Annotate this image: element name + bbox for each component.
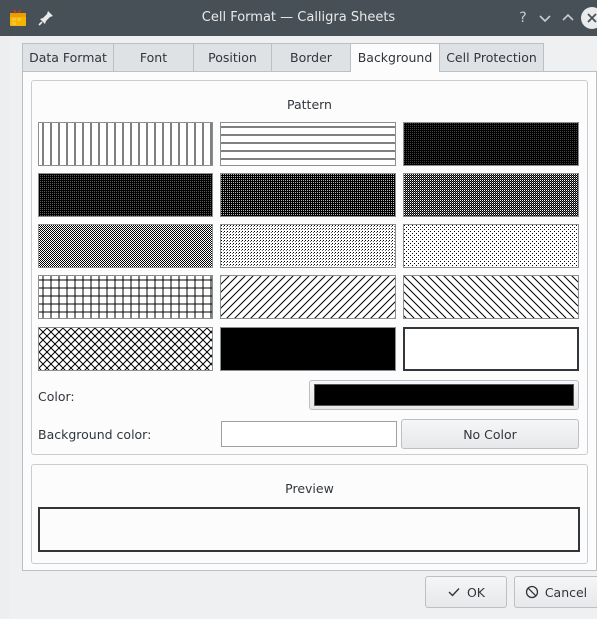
- pattern-dense-1[interactable]: [403, 122, 579, 166]
- cancel-icon: [525, 585, 538, 599]
- pattern-dense-7[interactable]: [403, 224, 579, 268]
- ok-button[interactable]: OK: [425, 576, 507, 608]
- tab-data-format[interactable]: Data Format: [22, 43, 114, 71]
- pattern-cross-grid-swatch: [39, 276, 212, 318]
- tab-position[interactable]: Position: [193, 43, 272, 71]
- window-title: Cell Format — Calligra Sheets: [201, 10, 396, 25]
- cancel-button[interactable]: Cancel: [514, 576, 597, 608]
- close-icon: [587, 13, 597, 23]
- background-color-label: Background color:: [38, 427, 152, 442]
- chevron-up-icon: [562, 13, 574, 21]
- pattern-vertical-lines-swatch: [39, 123, 212, 165]
- pattern-dense-2[interactable]: [38, 173, 213, 217]
- pattern-diagonal-backward[interactable]: [403, 275, 579, 319]
- window-titlebar: Cell Format — Calligra Sheets ?: [0, 0, 597, 36]
- pattern-dense-3-swatch: [221, 174, 395, 216]
- pattern-dense-4[interactable]: [403, 173, 579, 217]
- pattern-horizontal-lines[interactable]: [220, 122, 396, 166]
- pattern-dense-2-swatch: [39, 174, 212, 216]
- color-picker-button[interactable]: [309, 380, 579, 410]
- maximize-button[interactable]: [557, 7, 579, 29]
- pattern-dense-1-swatch: [404, 123, 578, 165]
- background-color-picker-button[interactable]: [221, 421, 397, 447]
- cancel-button-label: Cancel: [544, 584, 588, 600]
- pattern-dense-5-swatch: [39, 225, 212, 267]
- ok-button-label: OK: [466, 584, 486, 600]
- pattern-dense-3[interactable]: [220, 173, 396, 217]
- tab-cell-protection[interactable]: Cell Protection: [439, 43, 544, 71]
- tab-border[interactable]: Border: [271, 43, 351, 71]
- tab-bar: Data Format Font Position Border Backgro…: [22, 43, 544, 72]
- minimize-button[interactable]: [534, 7, 556, 29]
- pattern-dense-4-swatch: [404, 174, 578, 216]
- pattern-diagonal-forward[interactable]: [220, 275, 396, 319]
- tab-font[interactable]: Font: [113, 43, 194, 71]
- preview-group-title: Preview: [285, 481, 334, 496]
- pattern-dense-6[interactable]: [220, 224, 396, 268]
- preview-cell: [38, 507, 580, 552]
- color-swatch: [314, 384, 574, 406]
- dialog-left-edge: [0, 36, 10, 619]
- no-color-button[interactable]: No Color: [401, 419, 579, 449]
- tab-background[interactable]: Background: [350, 43, 440, 72]
- pattern-diagonal-cross[interactable]: [38, 327, 213, 371]
- help-icon: ?: [519, 10, 527, 26]
- pattern-horizontal-lines-swatch: [221, 123, 395, 165]
- chevron-down-icon: [539, 15, 551, 23]
- pattern-cross-grid[interactable]: [38, 275, 213, 319]
- pattern-dense-5[interactable]: [38, 224, 213, 268]
- pattern-dense-7-swatch: [404, 225, 578, 267]
- pattern-diagonal-backward-swatch: [404, 276, 578, 318]
- help-button[interactable]: ?: [512, 7, 534, 29]
- pattern-diagonal-cross-swatch: [39, 328, 212, 370]
- checkmark-icon: [448, 588, 460, 597]
- pattern-none-selected[interactable]: [403, 327, 579, 371]
- color-label: Color:: [38, 389, 75, 404]
- pattern-solid[interactable]: [220, 327, 396, 371]
- pattern-diagonal-forward-swatch: [221, 276, 395, 318]
- pattern-dense-6-swatch: [221, 225, 395, 267]
- pattern-group-title: Pattern: [287, 97, 332, 112]
- pattern-vertical-lines[interactable]: [38, 122, 213, 166]
- close-button[interactable]: [581, 7, 597, 29]
